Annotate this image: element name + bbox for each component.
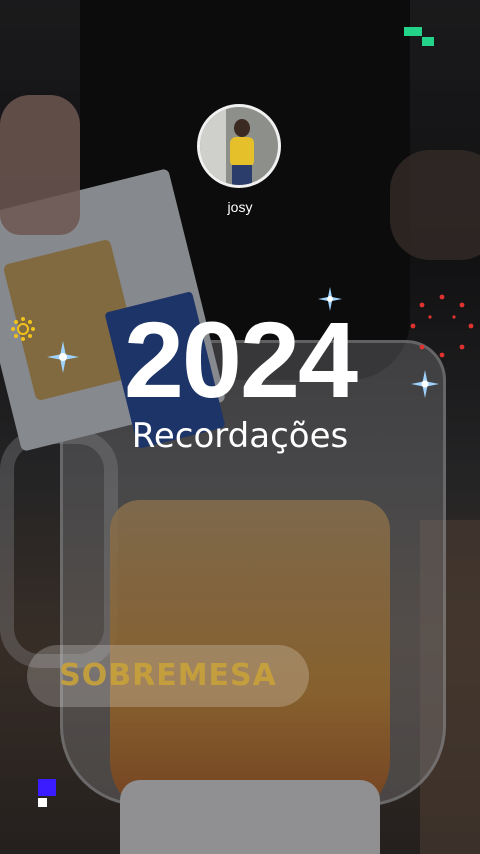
blue-pixel-logo-icon: [38, 779, 56, 809]
green-pixel-logo-icon: [404, 27, 434, 49]
year-title: 2024: [123, 299, 358, 420]
subtitle: Recordações: [131, 416, 349, 456]
story-screen[interactable]: josy 2024 Recordações SOBREMESA: [0, 0, 480, 854]
username[interactable]: josy: [0, 199, 480, 215]
sticker-label[interactable]: SOBREMESA: [27, 645, 309, 707]
avatar[interactable]: [197, 104, 281, 188]
